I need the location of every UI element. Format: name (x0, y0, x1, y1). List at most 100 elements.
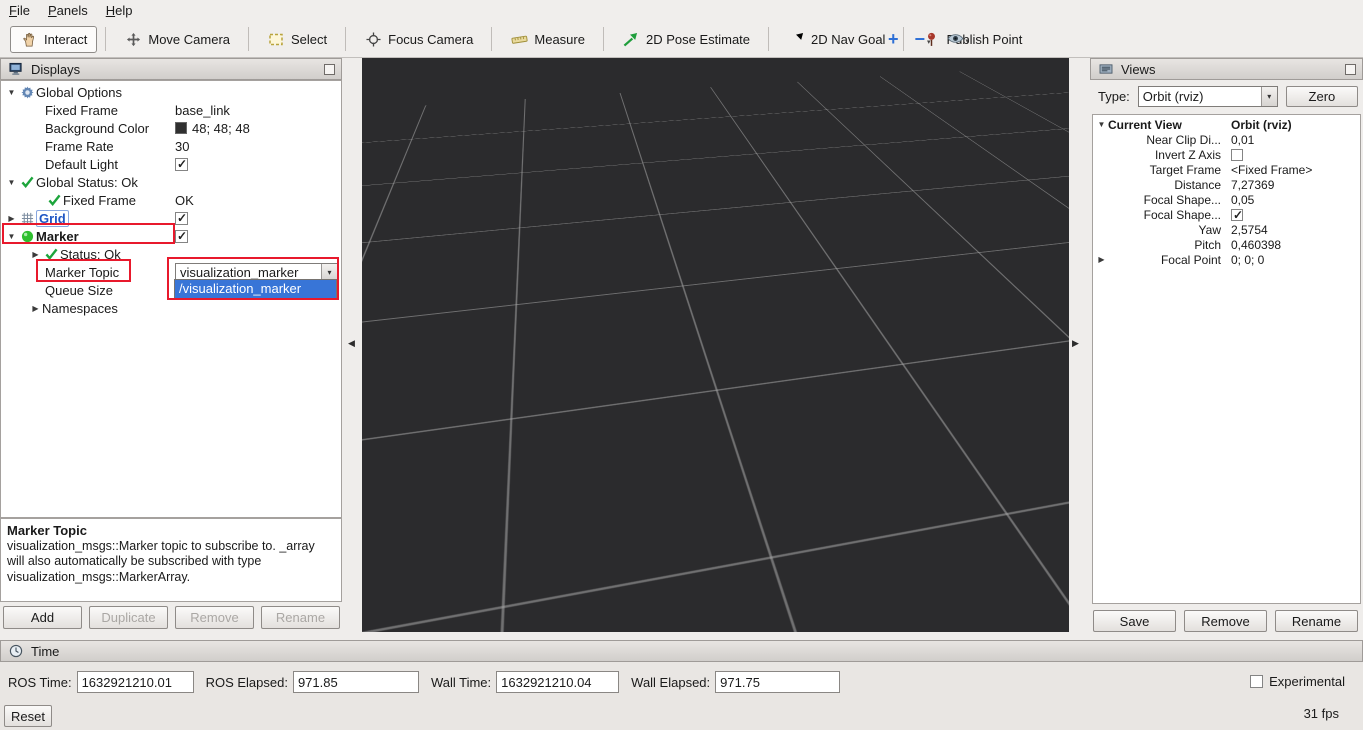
displays-row-fixed-frame[interactable]: Fixed Framebase_link (1, 101, 341, 119)
expander-right-icon[interactable]: ▶ (29, 250, 42, 259)
chevron-down-icon: ▾ (927, 38, 931, 48)
collapse-right-arrow[interactable]: ▶ (1072, 338, 1079, 349)
tool-measure[interactable]: Measure (500, 26, 595, 53)
reset-button[interactable]: Reset (4, 705, 52, 727)
displays-buttons: AddDuplicateRemoveRename (3, 606, 340, 629)
menu-item-help[interactable]: Help (97, 1, 142, 20)
chevron-down-icon: ▾ (966, 37, 970, 47)
property-checkbox[interactable] (175, 230, 188, 243)
displays-panel-titlebar[interactable]: Displays (0, 58, 342, 80)
toolbar: Interact Move Camera Select Focus Camera Mea… (0, 20, 1363, 58)
expander-down-icon[interactable]: ▼ (5, 88, 18, 97)
view-property-value: 0,01 (1231, 133, 1254, 147)
ros-time-input[interactable] (77, 671, 194, 693)
views-row-distance[interactable]: Distance7,27369 (1093, 177, 1360, 192)
property-checkbox[interactable] (175, 212, 188, 225)
tool-move-camera[interactable]: Move Camera (114, 26, 240, 53)
expander-right-icon[interactable]: ▶ (29, 304, 42, 313)
view-property-checkbox[interactable] (1231, 149, 1243, 161)
ros-elapsed-input[interactable] (293, 671, 419, 693)
menu-item-file[interactable]: File (0, 1, 39, 20)
tool-interact[interactable]: Interact (10, 26, 97, 53)
property-label: Queue Size (45, 283, 113, 298)
displays-row-default-light[interactable]: Default Light (1, 155, 341, 173)
experimental-checkbox-row[interactable]: Experimental (1250, 674, 1345, 689)
grid-plane (362, 58, 1069, 632)
view-property-value-cell: Orbit (rviz) (1227, 117, 1360, 132)
collapse-left-arrow[interactable]: ◀ (348, 338, 355, 349)
panel-float-button[interactable] (324, 64, 335, 75)
property-label: Global Options (36, 85, 122, 100)
expander-down-icon[interactable]: ▼ (1095, 120, 1108, 129)
remove-view-button[interactable]: Remove (1184, 610, 1267, 632)
tool-focus-camera[interactable]: Focus Camera (354, 26, 483, 53)
view-property-value: 0,460398 (1231, 238, 1281, 252)
menu-item-panels[interactable]: Panels (39, 1, 97, 20)
wall-time-input[interactable] (496, 671, 619, 693)
displays-row-status-ok[interactable]: ▶Status: Ok (1, 245, 341, 263)
views-row-focal-point[interactable]: ▶Focal Point0; 0; 0 (1093, 252, 1360, 267)
displays-row-global-options[interactable]: ▼ Global Options (1, 83, 341, 101)
rename-view-button[interactable]: Rename (1275, 610, 1358, 632)
tool-label: 2D Pose Estimate (646, 32, 750, 47)
save-view-button[interactable]: Save (1093, 610, 1176, 632)
tool-label: Interact (44, 32, 87, 47)
views-row-yaw[interactable]: Yaw2,5754 (1093, 222, 1360, 237)
check-icon (42, 248, 60, 260)
marker-topic-dropdown-popup: /visualization_marker (174, 279, 337, 299)
property-value: 30 (175, 139, 189, 154)
tool-select[interactable]: Select (257, 26, 337, 53)
tool-2d-pose-estimate[interactable]: 2D Pose Estimate (612, 26, 760, 53)
view-property-value-cell (1227, 147, 1360, 162)
views-row-near-clip-di[interactable]: Near Clip Di...0,01 (1093, 132, 1360, 147)
expander-right-icon[interactable]: ▶ (1095, 255, 1108, 264)
zoom-in-button[interactable]: + (888, 30, 899, 48)
experimental-checkbox[interactable] (1250, 675, 1263, 688)
displays-row-global-status-ok[interactable]: ▼Global Status: Ok (1, 173, 341, 191)
expander-down-icon[interactable]: ▼ (5, 178, 18, 187)
add-button[interactable]: Add (3, 606, 82, 629)
view-property-name-cell: Distance (1093, 177, 1227, 192)
zoom-out-button[interactable]: −▾ (915, 30, 931, 48)
tool-2d-nav-goal[interactable]: 2D Nav Goal (777, 26, 895, 53)
property-checkbox[interactable] (175, 158, 188, 171)
displays-row-marker[interactable]: ▼ Marker (1, 227, 341, 245)
dropdown-item-visualization-marker[interactable]: /visualization_marker (175, 280, 336, 298)
zero-button[interactable]: Zero (1286, 86, 1358, 107)
views-row-target-frame[interactable]: Target Frame<Fixed Frame> (1093, 162, 1360, 177)
color-swatch (175, 122, 187, 134)
views-row-pitch[interactable]: Pitch0,460398 (1093, 237, 1360, 252)
property-help-box: Marker Topic visualization_msgs::Marker … (0, 518, 342, 602)
time-panel-titlebar[interactable]: Time (0, 640, 1363, 662)
focus-camera-icon (364, 32, 382, 47)
displays-row-background-color[interactable]: Background Color48; 48; 48 (1, 119, 341, 137)
displays-row-frame-rate[interactable]: Frame Rate30 (1, 137, 341, 155)
views-row-focal-shape[interactable]: Focal Shape... (1093, 207, 1360, 222)
property-value-cell: OK (171, 191, 341, 209)
views-row-invert-z-axis[interactable]: Invert Z Axis (1093, 147, 1360, 162)
check-icon (45, 194, 63, 206)
views-row-current-view[interactable]: ▼Current ViewOrbit (rviz) (1093, 117, 1360, 132)
wall-elapsed-input[interactable] (715, 671, 840, 693)
view-property-checkbox[interactable] (1231, 209, 1243, 221)
help-title: Marker Topic (7, 523, 335, 538)
displays-row-grid[interactable]: ▶Grid (1, 209, 341, 227)
camera-view-button[interactable]: ▾ (947, 32, 970, 47)
3d-viewport[interactable] (362, 58, 1069, 632)
expander-down-icon[interactable]: ▼ (5, 232, 18, 241)
remove-button: Remove (175, 606, 254, 629)
displays-row-namespaces[interactable]: ▶Namespaces (1, 299, 341, 317)
clock-icon (7, 644, 25, 658)
property-label: Fixed Frame (63, 193, 136, 208)
hand-icon (20, 32, 38, 47)
expander-right-icon[interactable]: ▶ (5, 214, 18, 223)
property-label: Marker (36, 229, 79, 244)
property-name-cell: Fixed Frame (1, 101, 171, 119)
view-type-combobox[interactable]: Orbit (rviz) ▾ (1138, 86, 1278, 107)
views-row-focal-shape[interactable]: Focal Shape...0,05 (1093, 192, 1360, 207)
panel-float-button[interactable] (1345, 64, 1356, 75)
view-property-name-cell: Yaw (1093, 222, 1227, 237)
displays-row-fixed-frame[interactable]: Fixed Frame OK (1, 191, 341, 209)
views-panel-titlebar[interactable]: Views (1090, 58, 1363, 80)
combobox-arrow-icon[interactable]: ▾ (321, 264, 337, 280)
